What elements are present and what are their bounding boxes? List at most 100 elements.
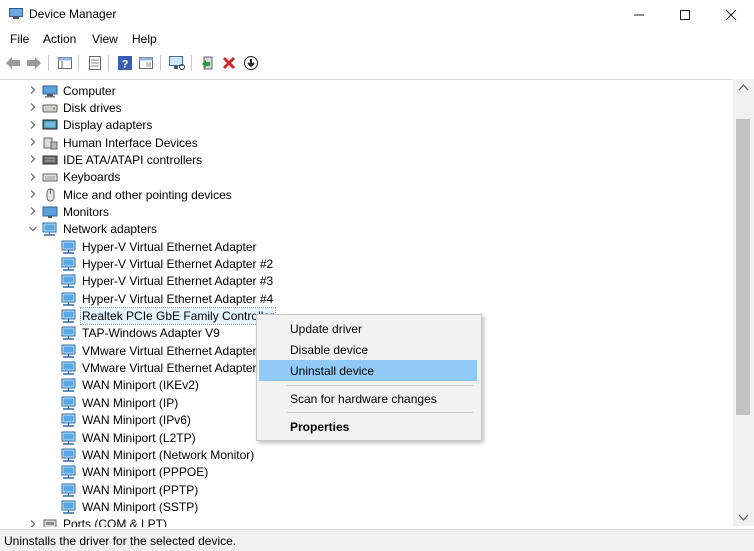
tree-item-label: Display adapters xyxy=(63,118,153,133)
uninstall-icon xyxy=(222,56,236,70)
disable-device-menu-item[interactable]: Disable device xyxy=(259,339,477,360)
update-driver-menu-item[interactable]: Update driver xyxy=(259,318,477,339)
chevron-right-icon[interactable] xyxy=(28,172,38,182)
chevron-right-icon[interactable] xyxy=(28,137,38,147)
forward-button[interactable] xyxy=(25,54,43,72)
scroll-up-icon[interactable] xyxy=(738,83,749,91)
uninstall-device-menu-item[interactable]: Uninstall device xyxy=(259,360,477,381)
ide-icon xyxy=(42,155,58,165)
tree-device[interactable]: Hyper-V Virtual Ethernet Adapter #4 xyxy=(61,290,274,307)
tree-device[interactable]: WAN Miniport (Network Monitor) xyxy=(61,446,255,463)
tree-item-label: WAN Miniport (Network Monitor) xyxy=(82,447,255,462)
chevron-right-icon[interactable] xyxy=(28,85,38,95)
device-manager-icon xyxy=(9,8,23,19)
tree-device[interactable]: WAN Miniport (IKEv2) xyxy=(61,377,200,394)
vertical-scrollbar[interactable] xyxy=(733,79,754,526)
toolbar-separator xyxy=(78,55,79,71)
network-icon xyxy=(61,274,76,289)
network-icon xyxy=(61,378,76,393)
tree-device[interactable]: WAN Miniport (IP) xyxy=(61,394,179,411)
tree-item-label: Mice and other pointing devices xyxy=(63,187,232,202)
network-icon xyxy=(61,292,76,306)
tree-category[interactable]: Human Interface Devices xyxy=(30,134,199,151)
close-button[interactable] xyxy=(708,0,754,30)
tree-device[interactable]: WAN Miniport (PPPOE) xyxy=(61,464,209,481)
minimize-icon xyxy=(634,14,644,16)
network-icon xyxy=(61,465,76,479)
tree-device[interactable]: Hyper-V Virtual Ethernet Adapter xyxy=(61,238,258,255)
tree-device[interactable]: WAN Miniport (IPv6) xyxy=(61,412,192,429)
details-icon xyxy=(139,57,153,69)
chevron-right-icon[interactable] xyxy=(28,120,38,130)
view-button[interactable] xyxy=(56,54,74,72)
chevron-right-icon[interactable] xyxy=(28,206,38,216)
chevron-right-icon[interactable] xyxy=(28,189,38,199)
chevron-right-icon[interactable] xyxy=(28,154,38,164)
help-button[interactable]: ? xyxy=(116,54,134,72)
keyboard-icon xyxy=(42,173,58,182)
monitor-icon xyxy=(42,206,58,218)
chevron-right-icon[interactable] xyxy=(28,102,38,112)
menu-file[interactable]: File xyxy=(10,32,29,46)
menu-action[interactable]: Action xyxy=(43,32,76,46)
scan-hardware-menu-item[interactable]: Scan for hardware changes xyxy=(259,388,477,409)
maximize-button[interactable] xyxy=(662,0,708,30)
menu-item-label: Update driver xyxy=(290,321,363,336)
device-tree[interactable]: Computer Disk drives Display adapters Human… xyxy=(0,79,733,527)
back-button[interactable] xyxy=(4,54,22,72)
tree-device[interactable]: WAN Miniport (PPTP) xyxy=(61,481,199,498)
status-text: Uninstalls the driver for the selected d… xyxy=(4,534,237,548)
network-icon xyxy=(61,344,76,358)
minimize-button[interactable] xyxy=(616,0,662,30)
scan-hardware-button[interactable] xyxy=(168,54,186,72)
tree-device[interactable]: Hyper-V Virtual Ethernet Adapter #2 xyxy=(61,256,274,273)
back-icon xyxy=(6,57,20,69)
tree-device[interactable]: TAP-Windows Adapter V9 xyxy=(61,325,221,342)
tree-item-label: WAN Miniport (PPPOE) xyxy=(82,465,209,480)
tree-device[interactable]: VMware Virtual Ethernet Adapter fo xyxy=(61,342,271,359)
tree-device[interactable]: Realtek PCIe GbE Family Controller xyxy=(61,307,277,326)
tree-item-label: Monitors xyxy=(63,204,110,219)
view-icon xyxy=(58,57,72,69)
network-icon xyxy=(61,396,76,410)
tree-category[interactable]: Disk drives xyxy=(30,99,123,116)
chevron-right-icon[interactable] xyxy=(28,519,38,527)
menu-view[interactable]: View xyxy=(92,32,118,46)
scrollbar-thumb[interactable] xyxy=(736,119,750,415)
tree-item-label: Realtek PCIe GbE Family Controller xyxy=(79,307,277,326)
context-menu: Update driver Disable device Uninstall d… xyxy=(256,314,482,441)
properties-button[interactable] xyxy=(86,54,104,72)
tree-item-label: Keyboards xyxy=(63,170,121,185)
uninstall-button[interactable] xyxy=(220,54,238,72)
tree-category[interactable]: Mice and other pointing devices xyxy=(30,186,233,203)
chevron-down-icon[interactable] xyxy=(28,224,38,234)
add-driver-button[interactable] xyxy=(199,54,217,72)
tree-category[interactable]: IDE ATA/ATAPI controllers xyxy=(30,151,203,168)
tree-device[interactable]: VMware Virtual Ethernet Adapter fo xyxy=(61,360,271,377)
tree-category[interactable]: Display adapters xyxy=(30,117,153,134)
scroll-down-icon[interactable] xyxy=(738,514,749,522)
tree-device[interactable]: WAN Miniport (SSTP) xyxy=(61,498,199,515)
details-button[interactable] xyxy=(137,54,155,72)
forward-icon xyxy=(27,57,41,69)
network-icon xyxy=(42,222,57,237)
tree-item-label: WAN Miniport (IPv6) xyxy=(82,413,191,428)
properties-menu-item[interactable]: Properties xyxy=(259,416,477,437)
tree-device[interactable]: Hyper-V Virtual Ethernet Adapter #3 xyxy=(61,273,274,290)
tree-category[interactable]: Keyboards xyxy=(30,169,121,186)
title-bar: Device Manager xyxy=(0,0,754,30)
update-driver-button[interactable] xyxy=(242,54,260,72)
network-icon xyxy=(61,431,76,445)
network-icon xyxy=(61,500,76,514)
properties-icon xyxy=(89,56,101,70)
tree-category[interactable]: Monitors xyxy=(30,203,110,220)
tree-device[interactable]: WAN Miniport (L2TP) xyxy=(61,429,197,446)
tree-category[interactable]: Computer xyxy=(30,82,117,99)
toolbar-separator xyxy=(108,55,109,71)
menu-help[interactable]: Help xyxy=(132,32,157,46)
close-icon xyxy=(725,9,737,21)
tree-category[interactable]: Ports (COM & LPT) xyxy=(30,516,168,527)
tree-category[interactable]: Network adapters xyxy=(29,221,158,238)
mouse-icon xyxy=(46,188,55,202)
tree-item-label: WAN Miniport (PPTP) xyxy=(82,482,199,497)
